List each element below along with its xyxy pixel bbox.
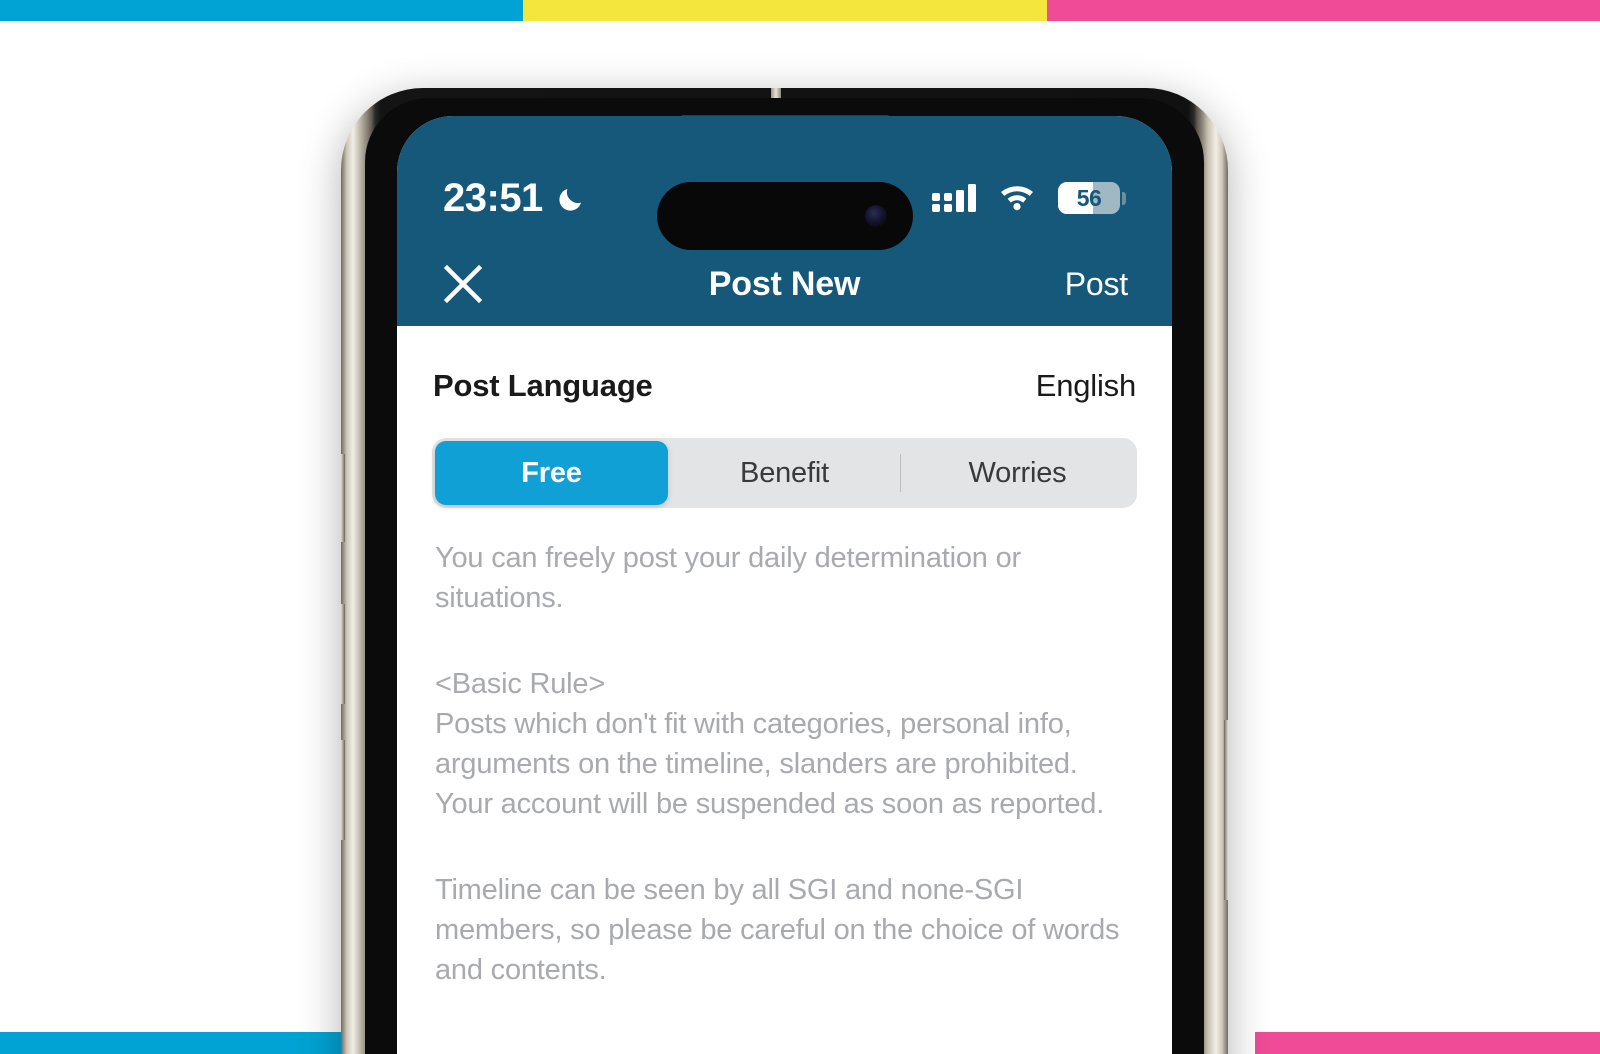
battery-indicator: 56: [1058, 182, 1126, 214]
segment-benefit[interactable]: Benefit: [668, 441, 901, 505]
decorative-stripe-bottom-pink: [1255, 1032, 1600, 1054]
decorative-stripe-bottom-cyan: [0, 1032, 345, 1054]
placeholder-basic-rule-heading: <Basic Rule>: [435, 668, 606, 701]
status-bar-right: 56: [932, 181, 1126, 216]
segment-worries[interactable]: Worries: [901, 441, 1134, 505]
segment-label: Benefit: [740, 456, 829, 489]
post-language-value[interactable]: English: [1036, 368, 1136, 404]
post-button[interactable]: Post: [1065, 266, 1128, 303]
placeholder-paragraph-1: You can freely post your daily determina…: [435, 542, 1021, 615]
phone-screen: 23:51 56 Post New Post Post Language Eng…: [397, 116, 1172, 1054]
placeholder-basic-rule-body: Posts which don't fit with categories, p…: [435, 708, 1105, 821]
status-bar: 23:51 56: [397, 116, 1172, 250]
status-bar-left: 23:51: [443, 176, 588, 221]
close-x-icon[interactable]: [441, 262, 485, 306]
crescent-moon-icon: [556, 182, 588, 214]
app-header: 23:51 56 Post New Post: [397, 116, 1172, 326]
decorative-stripe-top-cyan: [0, 0, 523, 21]
battery-cap: [1122, 191, 1126, 205]
page-root: 23:51 56 Post New Post Post Language Eng…: [0, 0, 1600, 1054]
post-language-row[interactable]: Post Language English: [431, 326, 1138, 438]
dynamic-island: [656, 182, 913, 250]
post-language-label: Post Language: [433, 368, 653, 403]
decorative-stripe-top-yellow: [523, 0, 1047, 21]
placeholder-paragraph-3: Timeline can be seen by all SGI and none…: [435, 874, 1120, 987]
front-camera-icon: [864, 205, 887, 227]
silence-switch-button[interactable]: [341, 454, 345, 542]
battery-percentage: 56: [1076, 184, 1102, 211]
status-clock: 23:51: [443, 175, 543, 220]
wifi-icon: [998, 181, 1036, 216]
navigation-bar: Post New Post: [397, 242, 1172, 326]
volume-down-button[interactable]: [341, 740, 345, 840]
page-title: Post New: [708, 264, 861, 303]
decorative-stripe-top-pink: [1047, 0, 1600, 21]
post-text-area[interactable]: You can freely post your daily determina…: [431, 508, 1138, 990]
category-segmented-control[interactable]: Free Benefit Worries: [432, 438, 1137, 508]
segment-label: Worries: [968, 456, 1067, 489]
segment-label: Free: [521, 456, 582, 489]
volume-up-button[interactable]: [341, 604, 345, 704]
phone-device-mockup: 23:51 56 Post New Post Post Language Eng…: [341, 88, 1228, 1054]
battery-icon: 56: [1058, 182, 1120, 214]
signal-dots: [932, 184, 940, 212]
power-button[interactable]: [1224, 720, 1228, 900]
cellular-signal-icon: [932, 184, 976, 212]
signal-dots: [944, 184, 952, 212]
phone-bezel: 23:51 56 Post New Post Post Language Eng…: [365, 98, 1204, 1054]
segment-free[interactable]: Free: [435, 441, 668, 505]
compose-body: Post Language English Free Benefit Worri…: [397, 326, 1172, 991]
